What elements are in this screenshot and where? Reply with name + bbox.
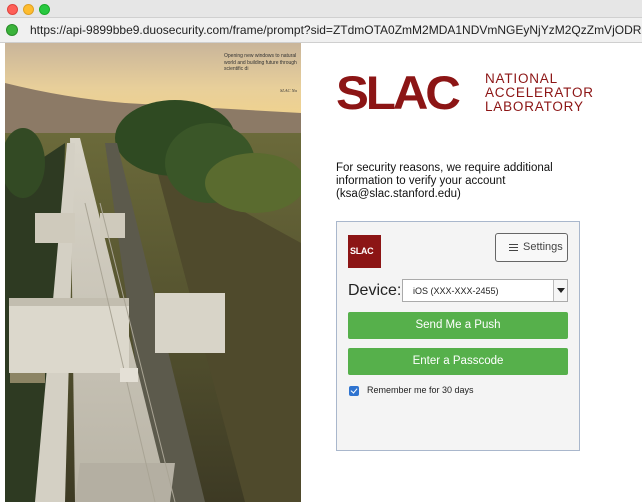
secure-site-icon — [6, 24, 18, 36]
hero-photo: Opening new windows to natural world and… — [5, 43, 301, 502]
remember-me-label[interactable]: Remember me for 30 days — [367, 385, 474, 395]
slac-subtitle-line3: LABORATORY — [485, 99, 584, 114]
security-message: For security reasons, we require additio… — [336, 162, 553, 200]
remember-me-checkbox[interactable] — [349, 386, 359, 396]
address-bar[interactable]: https://api-9899bbe9.duosecurity.com/fra… — [0, 18, 642, 43]
minimize-window-button[interactable] — [23, 4, 34, 15]
hero-caption-signature: SLAC Na — [280, 88, 297, 93]
zoom-window-button[interactable] — [39, 4, 50, 15]
slac-wordmark: SLAC — [336, 66, 461, 119]
device-select[interactable]: iOS (XXX-XXX-2455) — [402, 279, 568, 302]
url-text[interactable]: https://api-9899bbe9.duosecurity.com/fra… — [30, 23, 642, 37]
duo-org-logo-text: SLAC — [350, 246, 374, 256]
slac-subtitle-line1: NATIONAL — [485, 71, 558, 86]
window-titlebar — [0, 0, 642, 18]
send-push-button[interactable]: Send Me a Push — [348, 312, 568, 339]
slac-logo: SLAC NATIONAL ACCELERATOR LABORATORY — [336, 66, 593, 130]
close-window-button[interactable] — [7, 4, 18, 15]
chevron-down-icon[interactable] — [553, 280, 567, 301]
device-label: Device: — [348, 282, 402, 299]
slac-subtitle-line2: ACCELERATOR — [485, 85, 594, 100]
hamburger-icon — [509, 244, 518, 251]
slac-subtitle: NATIONAL ACCELERATOR LABORATORY — [485, 72, 594, 114]
settings-label: Settings — [523, 241, 563, 253]
duo-org-logo: SLAC — [348, 235, 381, 268]
enter-passcode-button[interactable]: Enter a Passcode — [348, 348, 568, 375]
settings-button[interactable]: Settings — [495, 233, 568, 262]
hero-caption: Opening new windows to natural world and… — [224, 53, 297, 72]
duo-frame: SLAC Settings Device: iOS (XXX-XXX-2455)… — [336, 221, 580, 451]
device-select-value: iOS (XXX-XXX-2455) — [413, 286, 499, 296]
